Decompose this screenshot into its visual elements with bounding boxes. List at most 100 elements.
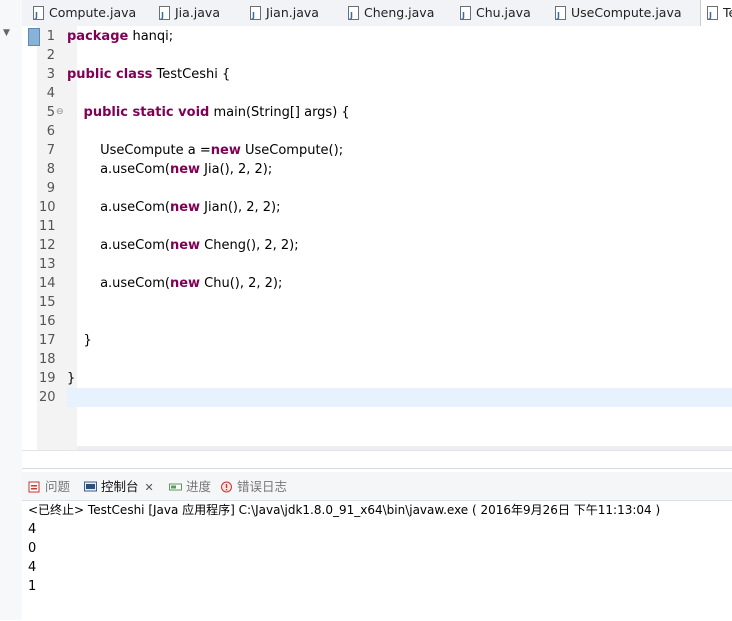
tab-error-log[interactable]: 错误日志 bbox=[220, 477, 287, 497]
code-keyword: public static void bbox=[83, 105, 210, 120]
line-number: 3 bbox=[46, 67, 55, 82]
tab-compute-java[interactable]: Compute.java bbox=[32, 0, 136, 26]
line-number: 17 bbox=[39, 333, 56, 348]
problems-icon bbox=[28, 481, 40, 493]
line-number: 14 bbox=[39, 276, 56, 291]
code-line[interactable]: 3 public class TestCeshi { bbox=[22, 65, 732, 84]
line-number: 4 bbox=[46, 86, 55, 101]
line-number: 7 bbox=[46, 143, 55, 158]
tab-problems[interactable]: 问题 bbox=[28, 477, 70, 497]
code-keyword: new bbox=[169, 276, 201, 291]
line-number: 12 bbox=[39, 238, 56, 253]
code-line[interactable]: 15 bbox=[22, 293, 732, 312]
line-number: 6 bbox=[46, 124, 55, 139]
java-file-icon bbox=[347, 3, 359, 26]
left-sidebar-strip: ▼ bbox=[0, 0, 23, 620]
console-status-line: <已终止> TestCeshi [Java 应用程序] C:\Java\jdk1… bbox=[28, 503, 661, 517]
code-token: a.useCom( bbox=[100, 200, 170, 215]
bottom-panel: 问题 控制台 ✕ 进度 错误日志 <已终止> TestCeshi [Java 应用… bbox=[22, 468, 732, 621]
line-number: 20 bbox=[39, 390, 56, 405]
code-token: hanqi; bbox=[128, 29, 174, 44]
code-text: a.useCom(new Jia(), 2, 2); bbox=[67, 160, 272, 179]
console-output-line: 4 bbox=[28, 560, 37, 575]
code-line[interactable]: 9 bbox=[22, 179, 732, 198]
line-number: 16 bbox=[39, 314, 56, 329]
code-token: Jia(), 2, 2); bbox=[200, 162, 273, 177]
code-line[interactable]: 19} bbox=[22, 369, 732, 388]
tab-jia-java[interactable]: Jia.java bbox=[158, 0, 220, 26]
code-token: main(String[] args) { bbox=[209, 105, 350, 120]
code-token: a.useCom( bbox=[100, 276, 170, 291]
code-text: a.useCom(new Cheng(), 2, 2); bbox=[67, 236, 299, 255]
code-line[interactable]: 16 bbox=[22, 312, 732, 331]
line-number: 5 bbox=[46, 105, 55, 120]
code-line[interactable]: 11 bbox=[22, 217, 732, 236]
code-token: UseCompute(); bbox=[240, 143, 344, 158]
code-line[interactable]: 12 a.useCom(new Cheng(), 2, 2); bbox=[22, 236, 732, 255]
java-file-icon bbox=[554, 3, 566, 26]
collapse-arrow-icon[interactable]: ▼ bbox=[3, 28, 10, 38]
fold-toggle-icon[interactable]: ⊖ bbox=[56, 103, 64, 122]
code-token: Jian(), 2, 2); bbox=[200, 200, 281, 215]
code-line[interactable]: 8 a.useCom(new Jia(), 2, 2); bbox=[22, 160, 732, 179]
code-line[interactable]: 5 ⊖ public static void main(String[] args… bbox=[22, 103, 732, 122]
code-keyword: new bbox=[169, 238, 201, 253]
view-divider[interactable] bbox=[22, 450, 732, 469]
close-icon[interactable]: ✕ bbox=[145, 481, 154, 494]
code-keyword: new bbox=[210, 143, 241, 158]
java-file-icon bbox=[249, 3, 261, 26]
code-line[interactable]: 7 UseCompute a =new UseCompute(); bbox=[22, 141, 732, 160]
tab-jian-java[interactable]: Jian.java bbox=[249, 0, 319, 26]
code-line[interactable]: 10 a.useCom(new Jian(), 2, 2); bbox=[22, 198, 732, 217]
code-line[interactable]: 18 bbox=[22, 350, 732, 369]
progress-icon bbox=[169, 483, 182, 491]
code-line[interactable]: 2 bbox=[22, 46, 732, 65]
code-line[interactable]: 6 bbox=[22, 122, 732, 141]
java-file-icon bbox=[459, 3, 471, 26]
code-text: a.useCom(new Jian(), 2, 2); bbox=[67, 198, 280, 217]
tab-console[interactable]: 控制台 ✕ bbox=[84, 477, 154, 497]
line-number: 10 bbox=[39, 200, 56, 215]
code-line[interactable]: 13 bbox=[22, 255, 732, 274]
code-token: a.useCom( bbox=[100, 238, 170, 253]
code-text: a.useCom(new Chu(), 2, 2); bbox=[67, 274, 282, 293]
code-token: } bbox=[67, 371, 76, 386]
code-keyword: new bbox=[169, 200, 201, 215]
code-token: Chu(), 2, 2); bbox=[200, 276, 283, 291]
tab-testceshi-java[interactable]: Te bbox=[700, 0, 732, 26]
tab-cheng-java[interactable]: Cheng.java bbox=[347, 0, 434, 26]
code-token: Cheng(), 2, 2); bbox=[200, 238, 299, 253]
tab-usecompute-java[interactable]: UseCompute.java bbox=[554, 0, 682, 26]
code-line[interactable]: 20 bbox=[22, 388, 732, 407]
console-output-line: 0 bbox=[28, 541, 37, 556]
console-output-line: 1 bbox=[28, 579, 37, 594]
code-line[interactable]: 1 package hanqi; bbox=[22, 27, 732, 46]
line-number: 18 bbox=[39, 352, 56, 367]
line-number: 15 bbox=[39, 295, 56, 310]
console-output-line: 4 bbox=[28, 522, 37, 537]
line-number: 8 bbox=[46, 162, 55, 177]
code-text: package hanqi; bbox=[67, 27, 173, 46]
line-number: 2 bbox=[46, 48, 55, 63]
editor-tab-bar: Compute.java Jia.java Jian.java Cheng.ja… bbox=[22, 0, 732, 27]
tab-progress[interactable]: 进度 bbox=[169, 477, 211, 497]
console-icon bbox=[84, 481, 97, 492]
code-text: public class TestCeshi { bbox=[67, 65, 230, 84]
line-number: 13 bbox=[39, 257, 56, 272]
code-editor[interactable]: 1 package hanqi; 2 3 public class TestCeshi … bbox=[22, 26, 732, 450]
line-number: 19 bbox=[39, 371, 56, 386]
code-line[interactable]: 4 bbox=[22, 84, 732, 103]
panel-tab-bar: 问题 控制台 ✕ 进度 错误日志 bbox=[22, 472, 732, 501]
error-log-icon bbox=[221, 481, 232, 493]
code-line[interactable]: 14 a.useCom(new Chu(), 2, 2); bbox=[22, 274, 732, 293]
code-keyword: new bbox=[169, 162, 201, 177]
code-line[interactable]: 17 } bbox=[22, 331, 732, 350]
tab-chu-java[interactable]: Chu.java bbox=[459, 0, 531, 26]
code-text: } bbox=[67, 331, 92, 350]
